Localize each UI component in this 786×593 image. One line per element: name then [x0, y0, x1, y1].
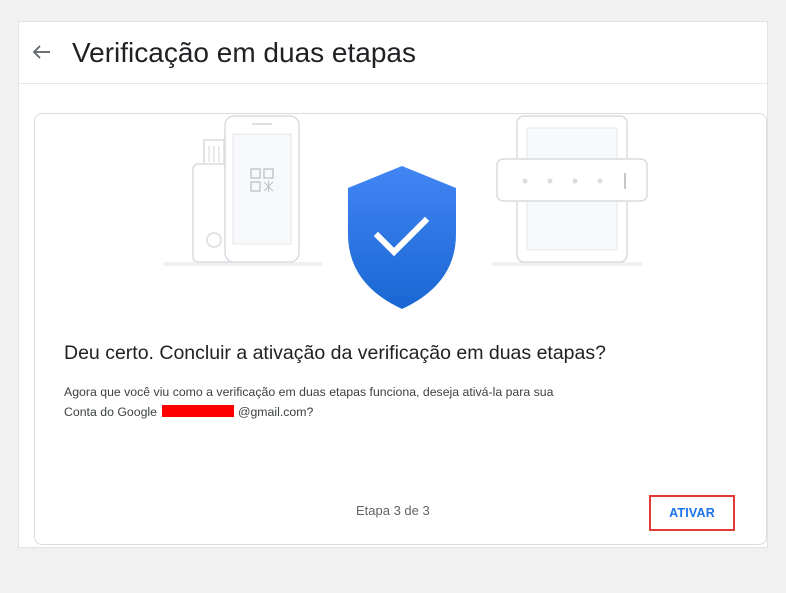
card-description: Agora que você viu como a verificação em… — [64, 382, 734, 422]
header: Verificação em duas etapas — [19, 22, 767, 84]
confirmation-card: Deu certo. Concluir a ativação da verifi… — [34, 113, 767, 545]
description-line-1: Agora que você viu como a verificação em… — [64, 385, 554, 399]
account-label: Conta do Google — [64, 405, 157, 419]
two-step-illustration — [163, 115, 648, 309]
email-domain: @gmail.com? — [237, 405, 314, 419]
arrow-back-icon — [32, 45, 50, 59]
page: Verificação em duas etapas Deu certo. Co… — [0, 0, 786, 593]
description-line-2: Conta do Google @gmail.com? — [64, 402, 734, 422]
tablet-password-icon — [496, 115, 648, 263]
back-button[interactable] — [29, 39, 55, 65]
shield-check-icon — [348, 166, 456, 309]
redacted-email — [161, 405, 234, 417]
phone-qr-icon — [224, 115, 300, 263]
activate-button[interactable]: ATIVAR — [649, 495, 735, 531]
main-panel: Verificação em duas etapas Deu certo. Co… — [18, 21, 768, 548]
card-heading: Deu certo. Concluir a ativação da verifi… — [64, 342, 606, 364]
page-title: Verificação em duas etapas — [72, 37, 416, 68]
step-indicator: Etapa 3 de 3 — [356, 503, 430, 518]
activate-button-label: ATIVAR — [669, 506, 715, 520]
